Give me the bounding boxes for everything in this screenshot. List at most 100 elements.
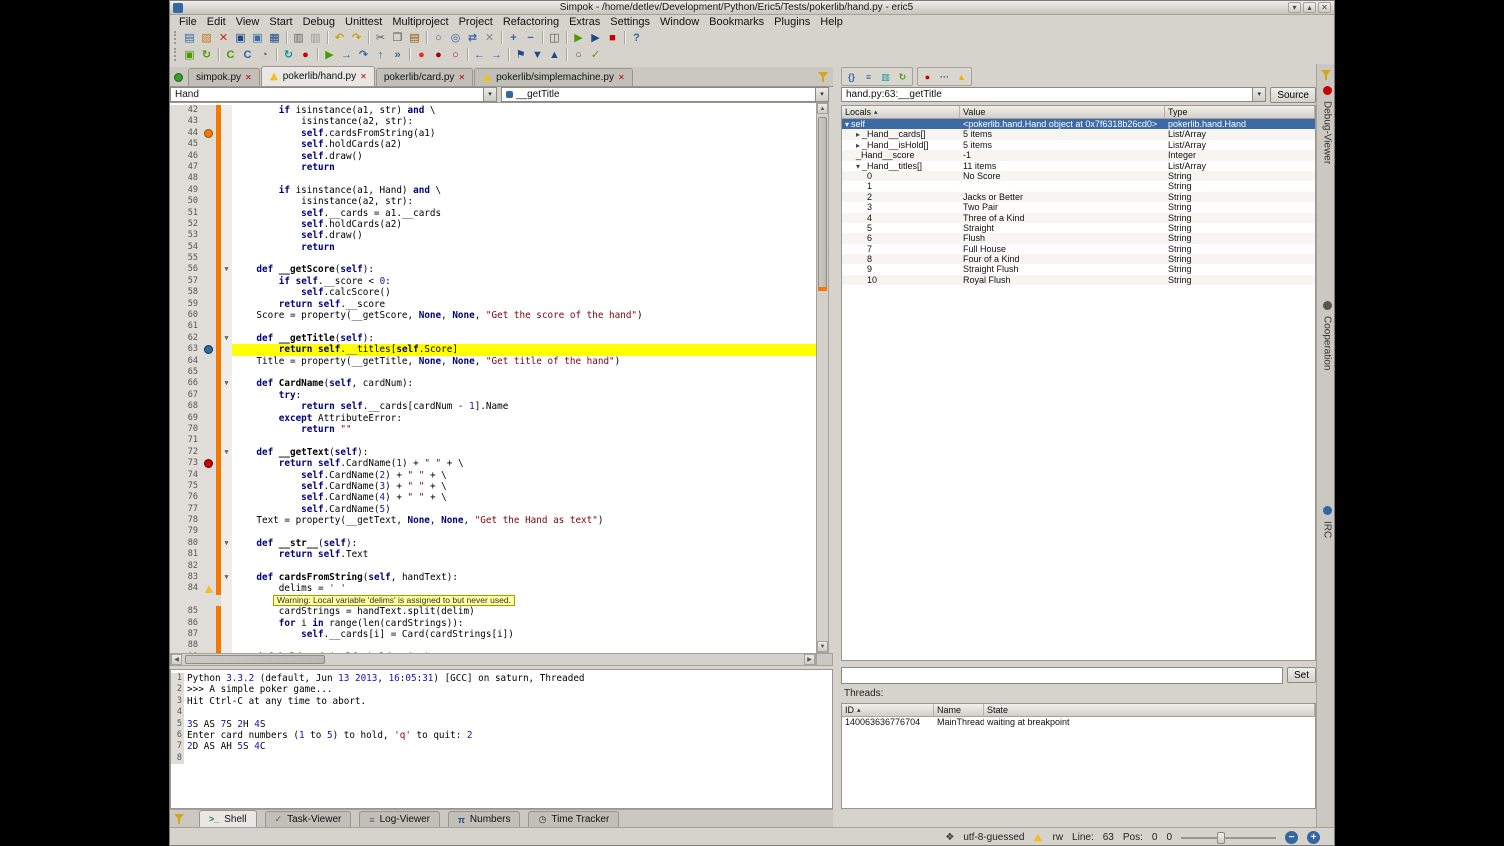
save-all-button[interactable]: ▦	[266, 30, 283, 46]
bottom-tab-log-viewer[interactable]: ≡Log-Viewer	[359, 811, 440, 827]
current-marker-icon[interactable]	[204, 345, 213, 354]
thread-row[interactable]: 140063636776704MainThreadwaiting at brea…	[842, 717, 1315, 727]
code-line-70[interactable]: 70 return ""	[170, 424, 816, 435]
code-text[interactable]	[232, 526, 816, 537]
marker-margin[interactable]	[201, 287, 216, 298]
code-text[interactable]: Title = property(__getTitle, None, None,…	[232, 356, 816, 367]
copy-button[interactable]: ❐	[389, 30, 406, 46]
locals-row[interactable]: 1String	[842, 181, 1315, 191]
error-marker-icon[interactable]	[204, 459, 213, 468]
stop-debugger-button[interactable]: ●	[297, 47, 314, 63]
shell-line[interactable]: 72D AS AH 5S 4C	[171, 741, 832, 752]
marker-margin[interactable]	[201, 128, 216, 139]
fold-margin[interactable]	[221, 549, 232, 560]
fold-margin[interactable]	[221, 310, 232, 321]
code-text[interactable]: return self.__score	[232, 299, 816, 310]
locals-row[interactable]: 2Jacks or BetterString	[842, 192, 1315, 202]
fold-margin[interactable]	[221, 185, 232, 196]
menu-multiproject[interactable]: Multiproject	[387, 16, 453, 28]
stop-button[interactable]: ●	[919, 69, 936, 85]
fold-margin[interactable]	[221, 276, 232, 287]
editor-horizontal-scrollbar[interactable]: ◀ ▶	[170, 653, 816, 666]
toggle-breakpoint-button[interactable]: ●	[413, 47, 430, 63]
code-text[interactable]: return ""	[232, 424, 816, 435]
close-tab-icon[interactable]: ✕	[360, 72, 367, 81]
fold-margin[interactable]	[221, 492, 232, 503]
configure-columns-button[interactable]: ▥	[877, 69, 894, 85]
code-line-81[interactable]: 81 return self.Text	[170, 549, 816, 560]
fold-margin[interactable]	[221, 116, 232, 127]
save-button[interactable]: ▣	[232, 30, 249, 46]
shell-line[interactable]: 53S AS 7S 2H 4S	[171, 719, 832, 730]
marker-margin[interactable]	[201, 321, 216, 332]
print-preview-button[interactable]: ▥	[307, 30, 324, 46]
locals-row[interactable]: _Hand__score-1Integer	[842, 150, 1315, 160]
code-text[interactable]: except AttributeError:	[232, 413, 816, 424]
code-text[interactable]: return self.Text	[232, 549, 816, 560]
fold-margin[interactable]: ▼	[221, 572, 232, 583]
code-style-check-button[interactable]: C	[239, 47, 256, 63]
chevron-down-icon[interactable]: ▾	[483, 88, 496, 101]
menu-window[interactable]: Window	[655, 16, 704, 28]
fold-margin[interactable]: ▼	[221, 538, 232, 549]
locals-row[interactable]: ▾_Hand__titles[]11 itemsList/Array	[842, 161, 1315, 171]
fold-margin[interactable]: ▼	[221, 333, 232, 344]
code-line-75[interactable]: 75 self.CardName(3) + " " + \	[170, 481, 816, 492]
redo-button[interactable]: ↷	[348, 30, 365, 46]
bookmark-next-button[interactable]: ▼	[529, 47, 546, 63]
bottom-tab-shell[interactable]: >_Shell	[199, 810, 257, 827]
locals-row[interactable]: ▸_Hand__cards[]5 itemsList/Array	[842, 129, 1315, 139]
fold-margin[interactable]: ▼	[221, 264, 232, 275]
locals-row[interactable]: 0No ScoreString	[842, 171, 1315, 181]
code-text[interactable]: def __str__(self):	[232, 538, 816, 549]
exceptions-button[interactable]: ▲	[953, 69, 970, 85]
marker-margin[interactable]	[201, 549, 216, 560]
variable-set-input[interactable]	[841, 667, 1283, 684]
marker-margin[interactable]	[201, 276, 216, 287]
bookmark-toggle-button[interactable]: ⚑	[512, 47, 529, 63]
code-line-68[interactable]: 68 return self.__cards[cardNum - 1].Name	[170, 401, 816, 412]
marker-margin[interactable]	[201, 640, 216, 651]
marker-margin[interactable]	[201, 378, 216, 389]
fold-margin[interactable]: ▼	[221, 378, 232, 389]
code-line-72[interactable]: 72▼ def __getText(self):	[170, 447, 816, 458]
fold-margin[interactable]	[221, 390, 232, 401]
code-line-80[interactable]: 80▼ def __str__(self):	[170, 538, 816, 549]
code-line-43[interactable]: 43 isinstance(a2, str):	[170, 116, 816, 127]
code-line-67[interactable]: 67 try:	[170, 390, 816, 401]
menu-start[interactable]: Start	[264, 16, 297, 28]
run-script-button[interactable]: ▶	[570, 30, 587, 46]
print-button[interactable]: ▥	[290, 30, 307, 46]
code-line-47[interactable]: 47 return	[170, 162, 816, 173]
code-text[interactable]	[232, 321, 816, 332]
menu-plugins[interactable]: Plugins	[769, 16, 815, 28]
editor-vertical-scrollbar[interactable]: ▲ ▼	[816, 102, 829, 653]
fold-margin[interactable]	[221, 128, 232, 139]
code-line-49[interactable]: 49 if isinstance(a1, Hand) and \	[170, 185, 816, 196]
code-text[interactable]: self.holdCards(a2)	[232, 139, 816, 150]
marker-margin[interactable]	[201, 458, 216, 469]
marker-margin[interactable]	[201, 162, 216, 173]
marker-margin[interactable]	[201, 492, 216, 503]
code-line-53[interactable]: 53 self.draw()	[170, 230, 816, 241]
chevron-down-icon[interactable]: ▾	[1252, 88, 1265, 101]
code-line-65[interactable]: 65	[170, 367, 816, 378]
next-breakpoint-button[interactable]: ●	[430, 47, 447, 63]
tab-pokerlib-simplemachine.py[interactable]: pokerlib/simplemachine.py✕	[474, 68, 633, 86]
zoom-in-icon[interactable]: +	[1307, 831, 1320, 844]
clear-breakpoints-button[interactable]: ○	[447, 47, 464, 63]
code-line-63[interactable]: 63 return self.__titles[self.Score]	[170, 344, 816, 355]
code-line-54[interactable]: 54 return	[170, 242, 816, 253]
marker-margin[interactable]	[201, 299, 216, 310]
fold-margin[interactable]	[221, 287, 232, 298]
code-line-60[interactable]: 60 Score = property(__getScore, None, No…	[170, 310, 816, 321]
shell-line[interactable]: 2>>> A simple poker game...	[171, 684, 832, 695]
marker-margin[interactable]	[201, 424, 216, 435]
minimize-button[interactable]: ▾	[1288, 2, 1301, 13]
unittest-button[interactable]: ▣	[181, 47, 198, 63]
continue-button[interactable]: ▶	[321, 47, 338, 63]
state-header[interactable]: State	[984, 704, 1315, 717]
shell-line[interactable]: 1Python 3.3.2 (default, Jun 13 2013, 16:…	[171, 673, 832, 684]
code-text[interactable]: return self.CardName(1) + " " + \	[232, 458, 816, 469]
code-text[interactable]	[232, 173, 816, 184]
